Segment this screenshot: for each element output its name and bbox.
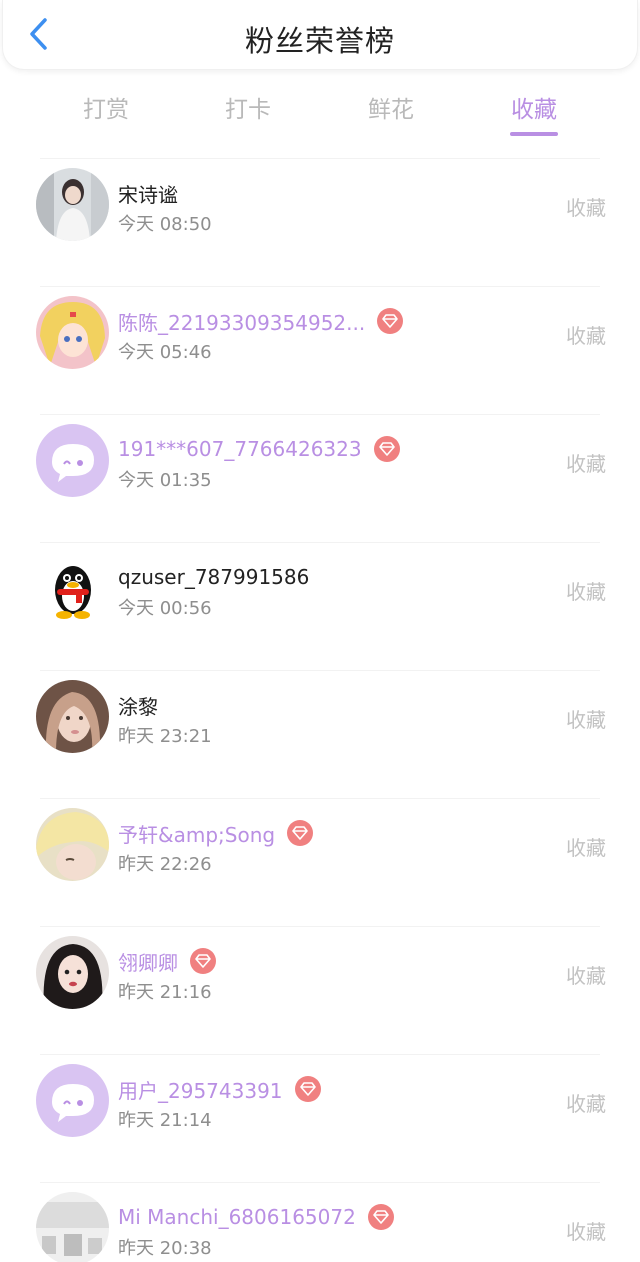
vip-diamond-icon	[294, 1076, 321, 1102]
favorite-label: 收藏	[566, 452, 606, 476]
favorite-label: 收藏	[566, 1092, 606, 1116]
avatar[interactable]	[36, 936, 109, 1009]
favorite-label: 收藏	[566, 196, 606, 220]
tab-flowers[interactable]: 鲜花	[351, 90, 431, 124]
tab-checkin[interactable]: 打卡	[208, 90, 288, 124]
fan-name: Mi Manchi_6806165072	[118, 1205, 356, 1229]
fan-name: 用户_295743391	[118, 1078, 283, 1103]
vip-diamond-icon	[367, 1204, 394, 1230]
fan-time: 今天 05:46	[118, 342, 212, 363]
favorite-label: 收藏	[566, 964, 606, 988]
avatar[interactable]	[36, 808, 109, 881]
avatar[interactable]	[36, 296, 109, 369]
favorite-label: 收藏	[566, 580, 606, 604]
fan-name: 宋诗谧	[118, 182, 178, 207]
list-item[interactable]: Mi Manchi_6806165072 昨天 20:38 收藏	[0, 1174, 640, 1262]
fan-time: 昨天 22:26	[118, 854, 212, 875]
fan-name: 翎卿卿	[118, 950, 178, 975]
fan-time: 昨天 21:14	[118, 1110, 212, 1131]
list-item[interactable]: 用户_295743391 昨天 21:14 收藏	[0, 1046, 640, 1174]
fan-name: 陈陈_22193309354952...	[118, 310, 366, 335]
fan-list: 宋诗谧 今天 08:50 收藏 陈陈_22193309354952... 今天 …	[0, 150, 640, 1262]
tab-reward[interactable]: 打赏	[66, 90, 146, 124]
fan-time: 昨天 20:38	[118, 1238, 212, 1259]
fan-time: 昨天 21:16	[118, 982, 212, 1003]
favorite-label: 收藏	[566, 1220, 606, 1244]
list-item[interactable]: 191***607_7766426323 今天 01:35 收藏	[0, 406, 640, 534]
tab-bar: 打赏 打卡 鲜花 收藏	[0, 84, 640, 140]
fan-name: qzuser_787991586	[118, 565, 310, 589]
vip-diamond-icon	[377, 308, 404, 334]
tab-favorites[interactable]: 收藏	[494, 90, 574, 124]
fan-name: 191***607_7766426323	[118, 437, 362, 461]
favorite-label: 收藏	[566, 324, 606, 348]
list-item[interactable]: 宋诗谧 今天 08:50 收藏	[0, 150, 640, 278]
list-item[interactable]: 予轩&amp;Song 昨天 22:26 收藏	[0, 790, 640, 918]
fan-time: 今天 00:56	[118, 598, 212, 619]
list-item[interactable]: qzuser_787991586 今天 00:56 收藏	[0, 534, 640, 662]
fan-time: 今天 01:35	[118, 470, 212, 491]
favorite-label: 收藏	[566, 708, 606, 732]
avatar[interactable]	[36, 1192, 109, 1262]
avatar[interactable]	[36, 168, 109, 241]
fan-name: 予轩&amp;Song	[118, 822, 276, 847]
top-bar: 粉丝荣誉榜	[2, 0, 638, 70]
list-item[interactable]: 翎卿卿 昨天 21:16 收藏	[0, 918, 640, 1046]
page-title: 粉丝荣誉榜	[244, 24, 395, 58]
vip-diamond-icon	[287, 820, 314, 846]
active-tab-indicator	[510, 132, 558, 136]
avatar[interactable]	[36, 552, 109, 625]
vip-diamond-icon	[373, 436, 400, 462]
list-item[interactable]: 涂黎 昨天 23:21 收藏	[0, 662, 640, 790]
fan-time: 今天 08:50	[118, 214, 212, 235]
fan-time: 昨天 23:21	[118, 726, 212, 747]
list-item[interactable]: 陈陈_22193309354952... 今天 05:46 收藏	[0, 278, 640, 406]
favorite-label: 收藏	[566, 836, 606, 860]
avatar[interactable]	[36, 1064, 109, 1137]
vip-diamond-icon	[190, 948, 216, 974]
fan-name: 涂黎	[118, 694, 158, 719]
avatar[interactable]	[36, 680, 109, 753]
avatar[interactable]	[36, 424, 109, 497]
